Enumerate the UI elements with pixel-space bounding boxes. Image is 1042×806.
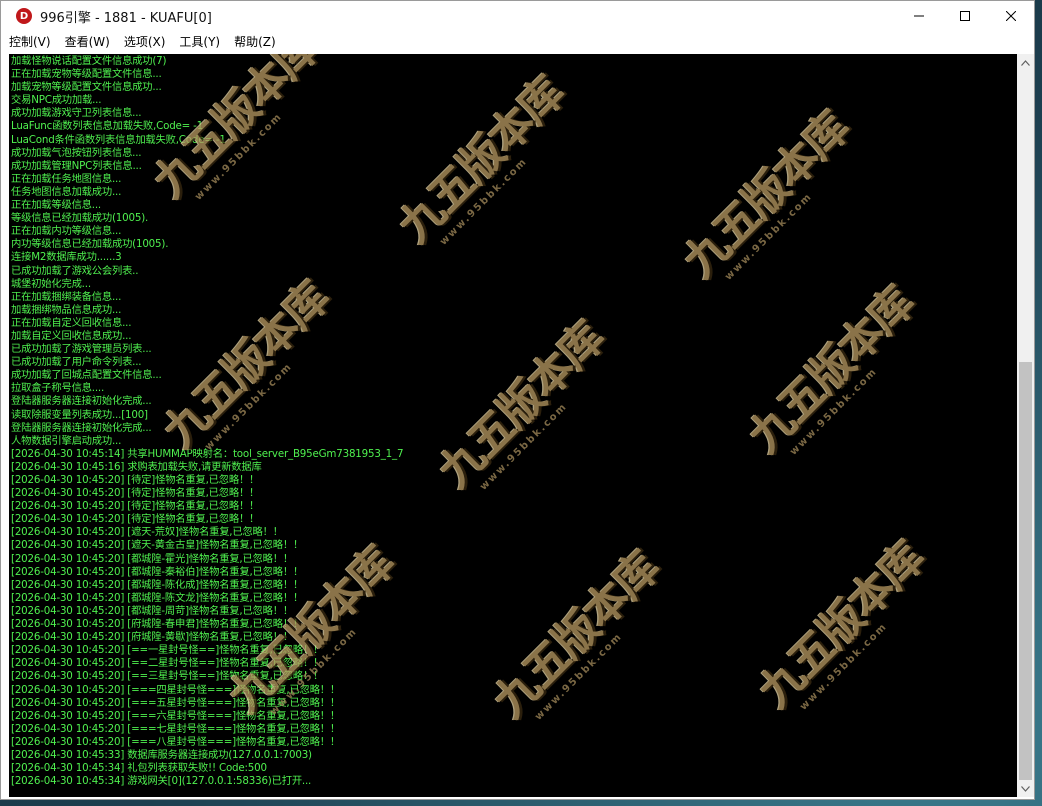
- log-line: [2026-04-30 10:45:20] [待定]怪物名重复,已忽略！！: [11, 487, 260, 500]
- log-line: [2026-04-30 10:45:34] 游戏网关[0](127.0.0.1:…: [11, 775, 312, 788]
- log-line: [2026-04-30 10:45:20] [都城隍-周苛]怪物名重复,已忽略！…: [11, 604, 293, 617]
- watermark-text: 九五版本库: [484, 543, 669, 728]
- watermark-url: www.95bbk.com: [723, 190, 815, 283]
- log-line: [2026-04-30 10:45:20] [待定]怪物名重复,已忽略！！: [11, 474, 260, 486]
- log-line: 正在加载宠物等级配置文件信息...: [11, 68, 162, 81]
- log-line: [2026-04-30 10:45:20] [待定]怪物名重复,已忽略！！: [11, 513, 260, 526]
- log-line: 连接M2数据库成功......3: [11, 251, 122, 264]
- log-line: 成功加载气泡按钮列表信息...: [11, 146, 142, 159]
- watermark-logo: 九五版本库 www.95bbk.com: [476, 543, 681, 761]
- log-line: [2026-04-30 10:45:20] [==一星封号怪==]怪物名重复,已…: [11, 644, 324, 657]
- log-line: 读取除服变量列表成功...[100]: [11, 408, 148, 421]
- log-line: 加载自定义回收信息成功...: [11, 329, 132, 342]
- log-line: [2026-04-30 10:45:20] [===八星封号怪===]怪物名重复…: [11, 735, 340, 748]
- log-line: 拉取盒子称号信息....: [11, 382, 105, 395]
- log-line: [2026-04-30 10:45:20] [都城隍-陈文龙]怪物名重复,已忽略…: [11, 591, 304, 604]
- log-line: 正在加载自定义回收信息...: [11, 316, 132, 329]
- maximize-button[interactable]: [942, 1, 988, 31]
- scrollbar-thumb[interactable]: [1019, 362, 1032, 780]
- log-line: [2026-04-30 10:45:33] 数据库服务器连接成功(127.0.0…: [11, 748, 312, 761]
- watermark-text: 九五版本库: [389, 68, 574, 253]
- log-line: [2026-04-30 10:45:20] [==二星封号怪==]怪物名重复,已…: [11, 657, 324, 670]
- log-line: [2026-04-30 10:45:20] [待定]怪物名重复,已忽略！！: [11, 500, 260, 513]
- log-line: [2026-04-30 10:45:34] 礼包列表获取失败!! Code:50…: [11, 762, 267, 775]
- log-line: 正在加载内功等级信息...: [11, 225, 122, 238]
- log-line: 登陆器服务器连接初始化完成...: [11, 421, 152, 434]
- scroll-down-button[interactable]: [1017, 780, 1034, 797]
- close-button[interactable]: [988, 1, 1034, 31]
- log-line: LuaFunc函数列表信息加载失败,Code= -1: [11, 120, 204, 133]
- menu-bar: 控制(V) 查看(W) 选项(X) 工具(Y) 帮助(Z): [1, 31, 1034, 53]
- watermark-logo: 九五版本库 www.95bbk.com: [666, 103, 871, 321]
- log-line: [2026-04-30 10:45:20] [===四星封号怪===]怪物名重复…: [11, 683, 340, 696]
- log-line: 加载怪物说话配置文件信息成功(7): [11, 55, 167, 67]
- log-line: [2026-04-30 10:45:20] [遮天-荒奴]怪物名重复,已忽略！！: [11, 526, 283, 539]
- log-line: [2026-04-30 10:45:20] [府城隍-黄歇]怪物名重复,已忽略！…: [11, 631, 293, 644]
- maximize-icon: [960, 11, 970, 21]
- log-line: [2026-04-30 10:45:16] 求购表加载失败,请更新数据库: [11, 460, 262, 473]
- log-line: [2026-04-30 10:45:20] [===七星封号怪===]怪物名重复…: [11, 722, 340, 735]
- log-line: 加载宠物等级配置文件信息成功...: [11, 81, 162, 94]
- watermark-url: www.95bbk.com: [438, 155, 530, 248]
- watermark-url: www.95bbk.com: [788, 365, 880, 458]
- log-line: [2026-04-30 10:45:14] 共享HUMMAP映射名：tool_s…: [11, 447, 404, 460]
- watermark-url: www.95bbk.com: [478, 400, 570, 493]
- window-controls: [896, 1, 1034, 31]
- watermark-text: 九五版本库: [749, 533, 934, 718]
- log-line: [2026-04-30 10:45:20] [府城隍-春申君]怪物名重复,已忽略…: [11, 618, 304, 631]
- log-line: 交易NPC成功加载...: [11, 94, 102, 107]
- chevron-down-icon: [1021, 785, 1030, 792]
- log-line: 已成功加载了游戏公会列表..: [11, 264, 139, 277]
- scroll-up-button[interactable]: [1017, 54, 1034, 71]
- log-line: 城堡初始化完成...: [11, 277, 91, 290]
- log-line: [2026-04-30 10:45:20] [===五星封号怪===]怪物名重复…: [11, 696, 340, 709]
- watermark-logo: 九五版本库 www.95bbk.com: [381, 68, 586, 286]
- log-line: 正在加载等级信息...: [11, 199, 101, 212]
- log-line: [2026-04-30 10:45:20] [都城隍-陈化成]怪物名重复,已忽略…: [11, 578, 304, 591]
- log-line: 等级信息已经加载成功(1005).: [11, 212, 149, 225]
- app-window: D 996引擎 - 1881 - KUAFU[0] 控制(V) 查看(W) 选项…: [0, 0, 1035, 800]
- chevron-up-icon: [1021, 59, 1030, 66]
- log-line: 成功加载了回城点配置文件信息...: [11, 369, 162, 382]
- minimize-button[interactable]: [896, 1, 942, 31]
- watermark-logo: 九五版本库 www.95bbk.com: [741, 533, 946, 751]
- log-line: 加载捆绑物品信息成功...: [11, 303, 122, 316]
- watermark-url: www.95bbk.com: [533, 630, 625, 723]
- log-line: 人物数据引擎启动成功...: [11, 434, 122, 447]
- watermark-text: 九五版本库: [674, 103, 859, 288]
- log-line: 已成功加载了游戏管理员列表...: [11, 343, 152, 356]
- title-bar[interactable]: D 996引擎 - 1881 - KUAFU[0]: [1, 1, 1034, 31]
- log-line: 成功加载游戏守卫列表信息...: [11, 107, 142, 120]
- watermark-logo: 九五版本库 www.95bbk.com: [731, 278, 936, 496]
- menu-tools[interactable]: 工具(Y): [172, 32, 227, 52]
- log-line: [2026-04-30 10:45:20] [都城隍-秦裕伯]怪物名重复,已忽略…: [11, 565, 304, 578]
- log-line: [2026-04-30 10:45:20] [都城隍-霍光]怪物名重复,已忽略！…: [11, 552, 293, 565]
- watermark-logo: 九五版本库 www.95bbk.com: [421, 313, 626, 531]
- window-title: 996引擎 - 1881 - KUAFU[0]: [40, 10, 212, 26]
- app-logo-icon[interactable]: D: [16, 8, 32, 24]
- log-line: 已成功加载了用户命令列表...: [11, 356, 142, 369]
- log-line: LuaCond条件函数列表信息加载失败,Code= -1: [11, 133, 226, 146]
- watermark-url: www.95bbk.com: [798, 620, 890, 713]
- menu-options[interactable]: 选项(X): [117, 32, 173, 52]
- log-line: 登陆器服务器连接初始化完成...: [11, 395, 152, 408]
- log-line: 任务地图信息加载成功...: [11, 185, 122, 198]
- log-line: 内功等级信息已经加载成功(1005).: [11, 238, 169, 251]
- log-console[interactable]: 加载怪物说话配置文件信息成功(7) 正在加载宠物等级配置文件信息... 加载宠物等级…: [9, 54, 1017, 797]
- close-icon: [1006, 11, 1016, 21]
- log-line: [2026-04-30 10:45:20] [==三星封号怪==]怪物名重复,已…: [11, 670, 324, 683]
- watermark-text: 九五版本库: [429, 313, 614, 498]
- log-line: 正在加载捆绑装备信息...: [11, 290, 122, 303]
- log-line: 正在加载任务地图信息...: [11, 172, 122, 185]
- log-list: 加载怪物说话配置文件信息成功(7) 正在加载宠物等级配置文件信息... 加载宠物等级…: [11, 55, 404, 788]
- menu-help[interactable]: 帮助(Z): [227, 32, 283, 52]
- log-line: [2026-04-30 10:45:20] [遮天-黄金古皇]怪物名重复,已忽略…: [11, 539, 304, 552]
- log-line: 成功加载管理NPC列表信息...: [11, 159, 142, 172]
- vertical-scrollbar[interactable]: [1017, 54, 1034, 797]
- log-line: [2026-04-30 10:45:20] [===六星封号怪===]怪物名重复…: [11, 709, 340, 722]
- menu-view[interactable]: 查看(W): [58, 32, 117, 52]
- minimize-icon: [914, 15, 924, 17]
- watermark-text: 九五版本库: [739, 278, 924, 463]
- menu-control[interactable]: 控制(V): [1, 32, 58, 52]
